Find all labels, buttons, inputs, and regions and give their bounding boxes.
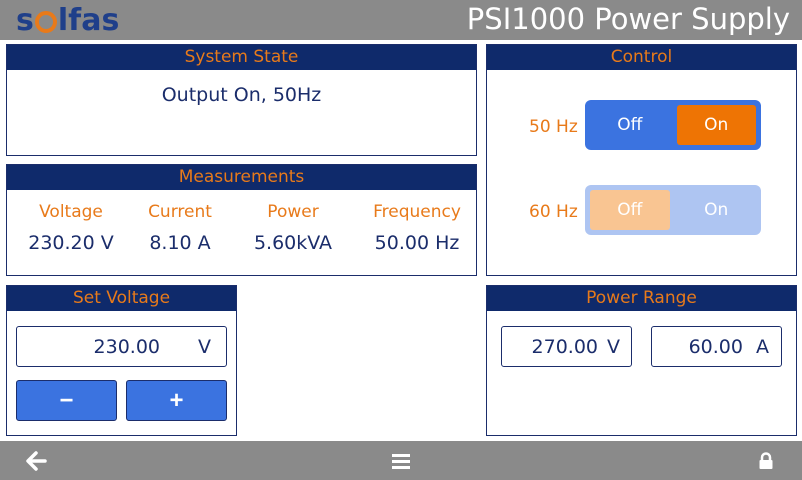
power-label: Power xyxy=(267,202,319,222)
power-range-current-unit: A xyxy=(756,335,769,358)
control-heading: Control xyxy=(487,45,796,70)
control-60hz-label: 60 Hz xyxy=(529,202,578,222)
system-state-heading: System State xyxy=(7,45,476,70)
system-state-panel: System State Output On, 50Hz xyxy=(6,44,477,156)
solfas-logo: s lfas xyxy=(16,0,119,40)
decrease-voltage-button[interactable]: − xyxy=(16,380,117,421)
toggle-50hz[interactable]: Off On xyxy=(585,100,761,150)
measurements-panel: Measurements Voltage Current Power Frequ… xyxy=(6,164,477,276)
current-value: 8.10 A xyxy=(149,232,211,254)
set-voltage-panel: Set Voltage 230.00 V − + xyxy=(6,285,237,436)
frequency-value: 50.00 Hz xyxy=(374,232,460,254)
power-range-heading: Power Range xyxy=(487,286,796,311)
toggle-50hz-on[interactable]: On xyxy=(676,105,756,145)
power-range-current-input[interactable]: 60.00 A xyxy=(651,326,782,367)
toggle-60hz-on[interactable]: On xyxy=(677,190,757,230)
toggle-60hz-off[interactable]: Off xyxy=(590,190,670,230)
set-voltage-value: 230.00 xyxy=(93,335,160,358)
power-range-panel: Power Range 270.00 V 60.00 A xyxy=(486,285,797,436)
measurements-grid: Voltage Current Power Frequency 230.20 V… xyxy=(7,190,476,254)
current-label: Current xyxy=(148,202,212,222)
power-value: 5.60kVA xyxy=(253,232,333,254)
top-bar: s lfas PSI1000 Power Supply xyxy=(0,0,802,40)
voltage-value: 230.20 V xyxy=(28,232,114,254)
set-voltage-heading: Set Voltage xyxy=(7,286,236,311)
control-50hz-label: 50 Hz xyxy=(529,117,578,137)
logo-text-start: s xyxy=(16,2,34,38)
toggle-60hz[interactable]: Off On xyxy=(585,185,761,235)
power-range-voltage-input[interactable]: 270.00 V xyxy=(501,326,632,367)
control-panel: Control 50 Hz Off On 60 Hz Off On xyxy=(486,44,797,276)
bottom-bar xyxy=(0,441,802,480)
app-title: PSI1000 Power Supply xyxy=(466,2,790,36)
arrow-left-icon[interactable] xyxy=(22,441,52,480)
lock-icon[interactable] xyxy=(752,441,780,480)
hamburger-menu-icon[interactable] xyxy=(386,441,416,480)
toggle-50hz-off[interactable]: Off xyxy=(590,105,670,145)
set-voltage-unit: V xyxy=(198,335,211,358)
logo-ring-icon xyxy=(34,11,57,33)
power-range-voltage-value: 270.00 xyxy=(531,335,598,358)
system-state-text: Output On, 50Hz xyxy=(161,84,322,106)
power-range-current-value: 60.00 xyxy=(688,335,743,358)
measurements-heading: Measurements xyxy=(7,165,476,190)
logo-text-end: lfas xyxy=(57,2,120,38)
set-voltage-input[interactable]: 230.00 V xyxy=(16,326,227,367)
increase-voltage-button[interactable]: + xyxy=(126,380,227,421)
voltage-label: Voltage xyxy=(39,202,103,222)
frequency-label: Frequency xyxy=(373,202,461,222)
power-range-voltage-unit: V xyxy=(607,335,620,358)
